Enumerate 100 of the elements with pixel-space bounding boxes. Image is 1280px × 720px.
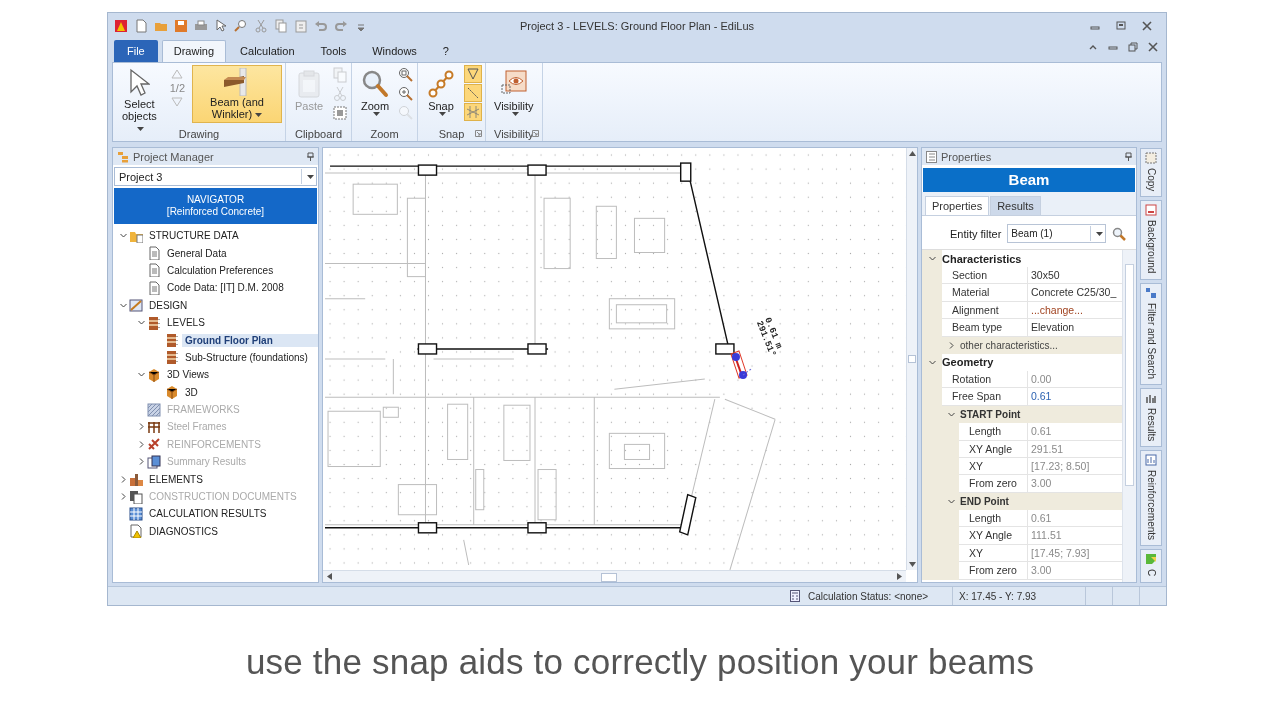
side-panel-tab[interactable]: Copy [1140,148,1162,198]
tree-item[interactable]: DIAGNOSTICS [146,524,221,538]
side-panel-tab[interactable]: Results [1140,387,1162,448]
side-panel-tab[interactable]: Filter and Search [1140,282,1162,385]
ribbon-tab[interactable]: Windows [360,40,429,62]
floor-levels-icon [165,333,179,348]
snap-toggle[interactable] [464,103,482,121]
up-arrow-icon[interactable] [171,69,184,79]
group-label: Drawing [178,128,220,140]
report-icon [147,454,161,469]
snap-toggle[interactable] [464,65,482,83]
undo-icon[interactable] [314,18,328,33]
entity-filter-dropdown[interactable]: Beam (1) [1007,224,1107,243]
down-arrow-icon[interactable] [171,97,184,107]
horizontal-scrollbar[interactable] [323,570,906,582]
copy-icon[interactable] [274,18,288,33]
save-icon[interactable] [174,18,188,33]
snap-toggle[interactable] [464,84,482,102]
subsection-title: END Point [960,495,1009,507]
tree-item[interactable]: DESIGN [146,298,191,312]
tree-item[interactable]: Sub-Structure (foundations) [182,350,311,364]
drafting-icon [129,298,143,313]
tree-item[interactable]: STRUCTURE DATA [146,229,242,243]
paste-icon[interactable] [294,18,308,33]
ribbon-tab[interactable]: Tools [308,40,359,62]
printer-icon[interactable] [194,18,208,33]
vertical-scrollbar[interactable] [1122,250,1136,582]
line-snap-icon [467,87,479,99]
pin-icon[interactable] [1125,152,1132,161]
caption: use the snap aids to correctly position your beams [245,642,1035,681]
tree-item[interactable]: Ground Floor Plan [182,333,318,347]
side-panel-tab[interactable]: C [1140,549,1162,583]
pointer-icon[interactable] [214,18,228,33]
new-file-icon[interactable] [134,18,148,33]
property-label: Rotation [942,370,1028,389]
tree-item[interactable]: LEVELS [164,316,208,330]
tree-item[interactable]: Code Data: [IT] D.M. 2008 [164,281,287,295]
frame-icon [147,420,161,434]
project-dropdown[interactable]: Project 3 [114,167,317,186]
vertical-scrollbar[interactable] [906,148,917,570]
property-label: Free Span [942,388,1028,406]
pin-icon[interactable] [307,152,314,161]
property-label: XY Angle [959,527,1028,545]
triangle-snap-icon [467,68,479,80]
snap-button[interactable]: Snap [421,65,461,123]
redo-icon[interactable] [334,18,348,33]
project-tree-icon [117,150,129,163]
warning-document-icon [129,524,143,539]
tree-item[interactable]: 3D [182,385,201,399]
paste-special-icon[interactable] [332,105,348,121]
documents-icon [129,489,143,504]
clipboard-icon [296,69,322,99]
search-icon[interactable] [1112,226,1127,241]
scissors-icon[interactable] [332,86,348,102]
panel-title: Project Manager [133,150,214,163]
table-icon [129,506,143,521]
restore-icon[interactable] [1128,42,1138,52]
dialog-launcher-icon[interactable] [475,130,482,137]
ribbon-tab[interactable]: Calculation [228,40,307,62]
grid-snap-icon [467,106,479,118]
scroll-down-icon[interactable] [908,562,916,567]
scrollbar-thumb[interactable] [601,573,617,582]
maximize-icon[interactable] [1116,20,1126,31]
calculator-icon [790,590,800,602]
scrollbar-thumb[interactable] [1125,264,1134,486]
zoom-button[interactable]: Zoom [355,65,395,123]
magnifier-icon [361,69,389,99]
close-icon[interactable] [1142,20,1152,31]
side-panel-tab[interactable]: Background [1140,200,1162,280]
caret-icon [1096,231,1104,236]
tree-item[interactable]: Calculation Preferences [164,263,277,277]
ribbon-tab[interactable]: ? [430,40,461,62]
zoom-window-icon[interactable] [398,67,414,83]
visibility-button[interactable]: Visibility [489,65,539,123]
app-logo-icon[interactable] [114,18,128,33]
beam-button[interactable]: Beam (and Winkler) [192,65,282,123]
magnifier-icon[interactable] [234,18,248,33]
scrollbar-thumb[interactable] [908,355,916,363]
panel-tab[interactable]: Properties [925,196,990,215]
scroll-left-icon[interactable] [327,573,332,580]
tree-item[interactable]: ELEMENTS [146,472,206,486]
scroll-up-icon[interactable] [908,151,916,156]
section-title: Geometry [942,356,994,369]
tree-item[interactable]: General Data [164,246,230,260]
copy-icon[interactable] [332,67,348,83]
scroll-right-icon[interactable] [897,573,902,580]
file-menu-button[interactable]: File [114,40,158,62]
side-panel-tab[interactable]: Reinforcements [1140,450,1162,547]
property-label: Length [959,423,1028,441]
properties-icon [926,150,937,163]
zoom-extents-icon[interactable] [398,86,414,102]
select-button[interactable]: Select objects [116,65,163,123]
tree-item[interactable]: 3D Views [164,368,213,382]
panel-title: Properties [941,150,992,163]
tree-item[interactable]: CALCULATION RESULTS [146,507,270,521]
scissors-icon[interactable] [254,18,268,33]
ribbon-tab[interactable]: Drawing [161,40,227,62]
panel-tab[interactable]: Results [990,196,1041,215]
field-label: Entity filter [950,227,1002,240]
close-icon[interactable] [1148,42,1158,52]
